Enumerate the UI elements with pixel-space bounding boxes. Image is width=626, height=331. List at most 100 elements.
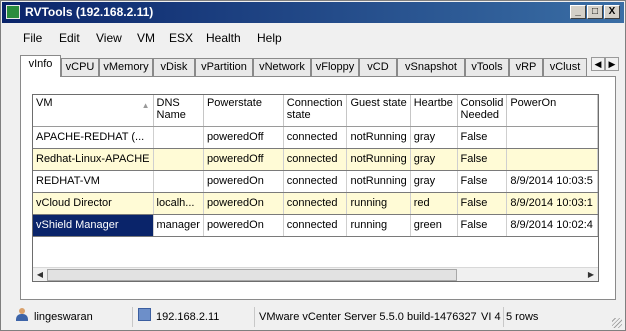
tab-vfloppy[interactable]: vFloppy [311,58,359,76]
menu-file[interactable]: File [23,31,42,45]
cell-consolidation-needed[interactable]: False [457,148,508,171]
horizontal-scrollbar[interactable]: ◀ ▶ [33,267,598,281]
close-button[interactable]: X [604,5,620,19]
cell-consolidation-needed[interactable]: False [457,170,508,193]
vm-table: VM ▲ DNS Name Powerstate Connection state… [33,95,598,237]
tab-vsnapshot[interactable]: vSnapshot [397,58,465,76]
maximize-button[interactable]: □ [587,5,603,19]
cell-heartbeat[interactable]: green [410,214,458,237]
menu-health[interactable]: Health [206,31,241,45]
cell-poweron[interactable] [506,148,598,171]
cell-vm[interactable]: APACHE-REDHAT (... [33,126,154,149]
scrollbar-thumb[interactable] [47,269,457,281]
menu-vm[interactable]: VM [137,31,155,45]
cell-heartbeat[interactable]: gray [410,148,458,171]
status-divider [132,307,136,327]
cell-guest-state[interactable]: notRunning [346,148,411,171]
menu-help[interactable]: Help [257,31,282,45]
status-bar: lingeswaran 192.168.2.11 VMware vCenter … [2,304,624,330]
cell-powerstate[interactable]: poweredOff [203,148,284,171]
sort-ascending-icon: ▲ [141,101,150,110]
cell-consolidation-needed[interactable]: False [457,214,508,237]
cell-consolidation-needed[interactable]: False [457,126,508,149]
header-row: VM ▲ DNS Name Powerstate Connection state… [33,95,598,127]
cell-consolidation-needed[interactable]: False [457,192,508,215]
rvtools-app-icon [6,5,20,19]
tab-vcd[interactable]: vCD [359,58,397,76]
cell-powerstate[interactable]: poweredOn [203,192,284,215]
cell-vm[interactable]: Redhat-Linux-APACHE [33,148,154,171]
cell-powerstate[interactable]: poweredOff [203,126,284,149]
cell-guest-state[interactable]: running [346,192,411,215]
cell-guest-state[interactable]: notRunning [346,170,411,193]
table-row[interactable]: REDHAT-VM poweredOn connected notRunning… [33,170,598,193]
tab-vpartition[interactable]: vPartition [195,58,253,76]
menu-bar: File Edit View VM ESX Health Help [2,27,624,47]
table-row[interactable]: APACHE-REDHAT (... poweredOff connected … [33,126,598,149]
cell-vm[interactable]: vCloud Director [33,192,154,215]
menu-edit[interactable]: Edit [59,31,80,45]
cell-vm[interactable]: REDHAT-VM [33,170,154,193]
menu-view[interactable]: View [96,31,122,45]
tab-scroll-left-icon[interactable]: ◀ [591,57,605,71]
menu-esx[interactable]: ESX [169,31,193,45]
cell-connection-state[interactable]: connected [283,192,348,215]
tab-scroll-right-icon[interactable]: ▶ [605,57,619,71]
status-row-count: 5 rows [503,307,563,327]
tab-vclust[interactable]: vClust [543,58,587,76]
tab-vinfo[interactable]: vInfo [20,55,61,77]
cell-poweron[interactable]: 8/9/2014 10:03:5 [506,170,598,193]
cell-powerstate[interactable]: poweredOn [203,214,284,237]
column-header-dns-name[interactable]: DNS Name [153,95,204,127]
column-header-heartbeat[interactable]: Heartbe [410,95,458,127]
cell-guest-state[interactable]: running [346,214,411,237]
scroll-left-arrow-icon[interactable]: ◀ [33,268,47,282]
window-title: RVTools (192.168.2.11) [25,5,154,19]
cell-heartbeat[interactable]: gray [410,170,458,193]
cell-guest-state[interactable]: notRunning [346,126,411,149]
column-header-vm[interactable]: VM ▲ [33,95,154,127]
cell-heartbeat[interactable]: gray [410,126,458,149]
column-header-poweron[interactable]: PowerOn [506,95,598,127]
status-version-suffix: VI 4 [481,311,501,323]
cell-dns-name[interactable]: localh... [153,192,204,215]
title-bar[interactable]: RVTools (192.168.2.11) _ □ X [2,2,624,23]
cell-connection-state[interactable]: connected [283,214,348,237]
cell-poweron[interactable]: 8/9/2014 10:02:4 [506,214,598,237]
tab-vtools[interactable]: vTools [465,58,509,76]
cell-dns-name[interactable]: manager [153,214,204,237]
cell-poweron[interactable] [506,126,598,149]
table-row[interactable]: vCloud Director localh... poweredOn conn… [33,192,598,215]
column-header-connection-state[interactable]: Connection state [283,95,348,127]
cell-connection-state[interactable]: connected [283,170,348,193]
table-row[interactable]: Redhat-Linux-APACHE poweredOff connected… [33,148,598,171]
column-header-powerstate[interactable]: Powerstate [203,95,284,127]
status-user: lingeswaran [34,311,93,323]
tab-vnetwork[interactable]: vNetwork [253,58,311,76]
table-row-selected[interactable]: vShield Manager manager poweredOn connec… [33,214,598,237]
cell-vm[interactable]: vShield Manager [33,214,154,237]
tab-vrp[interactable]: vRP [509,58,543,76]
scroll-right-arrow-icon[interactable]: ▶ [584,268,598,282]
tab-vdisk[interactable]: vDisk [153,58,195,76]
cell-dns-name[interactable] [153,148,204,171]
vinfo-grid: VM ▲ DNS Name Powerstate Connection state… [32,94,599,282]
status-version: VMware vCenter Server 5.5.0 build-147632… [254,307,481,327]
resize-grip-icon[interactable] [612,318,622,328]
cell-dns-name[interactable] [153,126,204,149]
status-server: 192.168.2.11 [156,311,220,323]
cell-connection-state[interactable]: connected [283,126,348,149]
minimize-button[interactable]: _ [570,5,586,19]
rvtools-window: RVTools (192.168.2.11) _ □ X File Edit V… [0,0,626,331]
cell-connection-state[interactable]: connected [283,148,348,171]
column-header-consolidation-needed[interactable]: Consolid Needed [457,95,508,127]
cell-dns-name[interactable] [153,170,204,193]
column-header-guest-state[interactable]: Guest state [346,95,411,127]
cell-powerstate[interactable]: poweredOn [203,170,284,193]
cell-heartbeat[interactable]: red [410,192,458,215]
tab-vmemory[interactable]: vMemory [99,58,153,76]
tab-vcpu[interactable]: vCPU [61,58,99,76]
user-icon [16,308,28,321]
server-icon [138,308,151,321]
cell-poweron[interactable]: 8/9/2014 10:03:1 [506,192,598,215]
